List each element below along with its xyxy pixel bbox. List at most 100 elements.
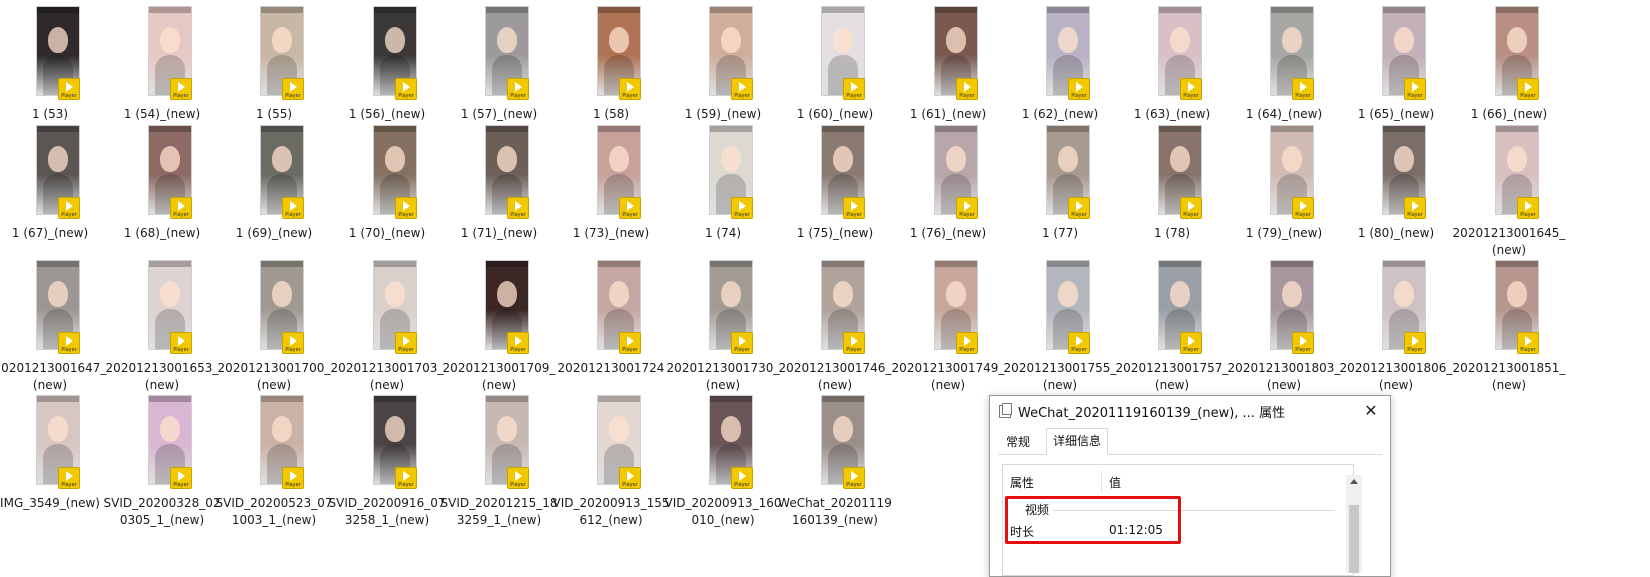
column-value[interactable]: 值	[1109, 474, 1121, 491]
video-thumbnail[interactable]: Player	[805, 395, 865, 491]
file-item[interactable]: Player 1 (58)	[552, 6, 670, 123]
column-divider[interactable]	[1101, 471, 1102, 493]
video-thumbnail[interactable]: Player	[1254, 6, 1314, 102]
file-item[interactable]: Player 1 (59)_(new)	[664, 6, 782, 123]
video-thumbnail[interactable]: Player	[581, 395, 641, 491]
file-item[interactable]: Player 1 (70)_(new)	[328, 125, 446, 242]
file-item[interactable]: Player 1 (79)_(new)	[1225, 125, 1343, 242]
video-thumbnail[interactable]: Player	[20, 260, 80, 356]
video-thumbnail[interactable]: Player	[581, 260, 641, 356]
file-item[interactable]: Player 20201213001647_(new)	[0, 260, 109, 394]
file-item[interactable]: Player 20201213001645_(new)	[1450, 125, 1568, 259]
file-item[interactable]: Player 1 (74)	[664, 125, 782, 242]
file-item[interactable]: Player 1 (61)_(new)	[889, 6, 1007, 123]
file-item[interactable]: Player 20201213001653_(new)	[103, 260, 221, 394]
file-item[interactable]: Player SVID_20200916_073258_1_(new)	[328, 395, 446, 529]
video-thumbnail[interactable]: Player	[1366, 6, 1426, 102]
file-item[interactable]: Player 20201213001746_(new)	[776, 260, 894, 394]
file-item[interactable]: Player 20201213001851_(new)	[1450, 260, 1568, 394]
file-item[interactable]: Player 20201213001730_(new)	[664, 260, 782, 394]
scroll-thumb[interactable]	[1349, 505, 1359, 573]
file-item[interactable]: Player 1 (57)_(new)	[440, 6, 558, 123]
file-item[interactable]: Player SVID_20200523_071003_1_(new)	[215, 395, 333, 529]
file-item[interactable]: Player VID_20200913_160010_(new)	[664, 395, 782, 529]
file-item[interactable]: Player 1 (66)_(new)	[1450, 6, 1568, 123]
file-item[interactable]: Player 1 (71)_(new)	[440, 125, 558, 242]
file-item[interactable]: Player 20201213001700_(new)	[215, 260, 333, 394]
file-item[interactable]: Player IMG_3549_(new)	[0, 395, 109, 512]
scroll-up-arrow-icon[interactable]	[1350, 479, 1358, 484]
video-thumbnail[interactable]: Player	[918, 260, 978, 356]
video-thumbnail[interactable]: Player	[918, 125, 978, 221]
video-thumbnail[interactable]: Player	[1254, 125, 1314, 221]
video-thumbnail[interactable]: Player	[357, 260, 417, 356]
video-thumbnail[interactable]: Player	[132, 260, 192, 356]
video-thumbnail[interactable]: Player	[581, 125, 641, 221]
video-thumbnail[interactable]: Player	[1142, 260, 1202, 356]
file-item[interactable]: Player 1 (53)	[0, 6, 109, 123]
video-thumbnail[interactable]: Player	[693, 6, 753, 102]
video-thumbnail[interactable]: Player	[244, 260, 304, 356]
video-thumbnail[interactable]: Player	[469, 6, 529, 102]
video-thumbnail[interactable]: Player	[20, 125, 80, 221]
file-item[interactable]: Player 1 (62)_(new)	[1001, 6, 1119, 123]
file-item[interactable]: Player 20201213001755_(new)	[1001, 260, 1119, 394]
video-thumbnail[interactable]: Player	[693, 125, 753, 221]
video-thumbnail[interactable]: Player	[244, 6, 304, 102]
video-thumbnail[interactable]: Player	[805, 260, 865, 356]
file-item[interactable]: Player 1 (80)_(new)	[1337, 125, 1455, 242]
file-item[interactable]: Player VID_20200913_155612_(new)	[552, 395, 670, 529]
video-thumbnail[interactable]: Player	[805, 6, 865, 102]
column-property[interactable]: 属性	[1010, 474, 1034, 491]
video-thumbnail[interactable]: Player	[581, 6, 641, 102]
file-item[interactable]: Player 1 (55)	[215, 6, 333, 123]
video-thumbnail[interactable]: Player	[1479, 260, 1539, 356]
file-item[interactable]: Player 1 (69)_(new)	[215, 125, 333, 242]
video-thumbnail[interactable]: Player	[244, 395, 304, 491]
tab-details[interactable]: 详细信息	[1046, 428, 1109, 455]
file-item[interactable]: Player 1 (67)_(new)	[0, 125, 109, 242]
video-thumbnail[interactable]: Player	[357, 395, 417, 491]
video-thumbnail[interactable]: Player	[20, 395, 80, 491]
video-thumbnail[interactable]: Player	[469, 260, 529, 356]
video-thumbnail[interactable]: Player	[132, 6, 192, 102]
file-item[interactable]: Player 1 (77)	[1001, 125, 1119, 242]
file-item[interactable]: Player 1 (64)_(new)	[1225, 6, 1343, 123]
file-item[interactable]: Player 20201213001803_(new)	[1225, 260, 1343, 394]
file-item[interactable]: Player 1 (75)_(new)	[776, 125, 894, 242]
file-item[interactable]: Player SVID_20201215_183259_1_(new)	[440, 395, 558, 529]
video-thumbnail[interactable]: Player	[1366, 260, 1426, 356]
file-item[interactable]: Player 1 (68)_(new)	[103, 125, 221, 242]
video-thumbnail[interactable]: Player	[469, 395, 529, 491]
file-item[interactable]: Player SVID_20200328_020305_1_(new)	[103, 395, 221, 529]
file-item[interactable]: Player 1 (63)_(new)	[1113, 6, 1231, 123]
file-item[interactable]: Player 20201213001724	[552, 260, 670, 377]
file-item[interactable]: Player 1 (65)_(new)	[1337, 6, 1455, 123]
video-thumbnail[interactable]: Player	[693, 260, 753, 356]
file-item[interactable]: Player 20201213001757_(new)	[1113, 260, 1231, 394]
video-thumbnail[interactable]: Player	[805, 125, 865, 221]
video-thumbnail[interactable]: Player	[1142, 125, 1202, 221]
video-thumbnail[interactable]: Player	[1030, 260, 1090, 356]
video-thumbnail[interactable]: Player	[357, 125, 417, 221]
file-item[interactable]: Player 1 (73)_(new)	[552, 125, 670, 242]
video-thumbnail[interactable]: Player	[1142, 6, 1202, 102]
file-item[interactable]: Player 1 (76)_(new)	[889, 125, 1007, 242]
video-thumbnail[interactable]: Player	[1254, 260, 1314, 356]
tab-general[interactable]: 常规	[1000, 432, 1036, 454]
file-item[interactable]: Player 20201213001709_(new)	[440, 260, 558, 394]
file-item[interactable]: Player 20201213001749_(new)	[889, 260, 1007, 394]
file-item[interactable]: Player 1 (78)	[1113, 125, 1231, 242]
video-thumbnail[interactable]: Player	[918, 6, 978, 102]
video-thumbnail[interactable]: Player	[1030, 6, 1090, 102]
video-thumbnail[interactable]: Player	[244, 125, 304, 221]
video-thumbnail[interactable]: Player	[1479, 125, 1539, 221]
file-item[interactable]: Player 1 (54)_(new)	[103, 6, 221, 123]
video-thumbnail[interactable]: Player	[132, 125, 192, 221]
file-item[interactable]: Player 1 (60)_(new)	[776, 6, 894, 123]
details-scrollbar[interactable]	[1346, 475, 1362, 573]
file-item[interactable]: Player WeChat_20201119160139_(new)	[776, 395, 894, 529]
video-thumbnail[interactable]: Player	[469, 125, 529, 221]
dialog-titlebar[interactable]: WeChat_20201119160139_(new), ... 属性 ✕	[990, 396, 1390, 426]
video-thumbnail[interactable]: Player	[132, 395, 192, 491]
